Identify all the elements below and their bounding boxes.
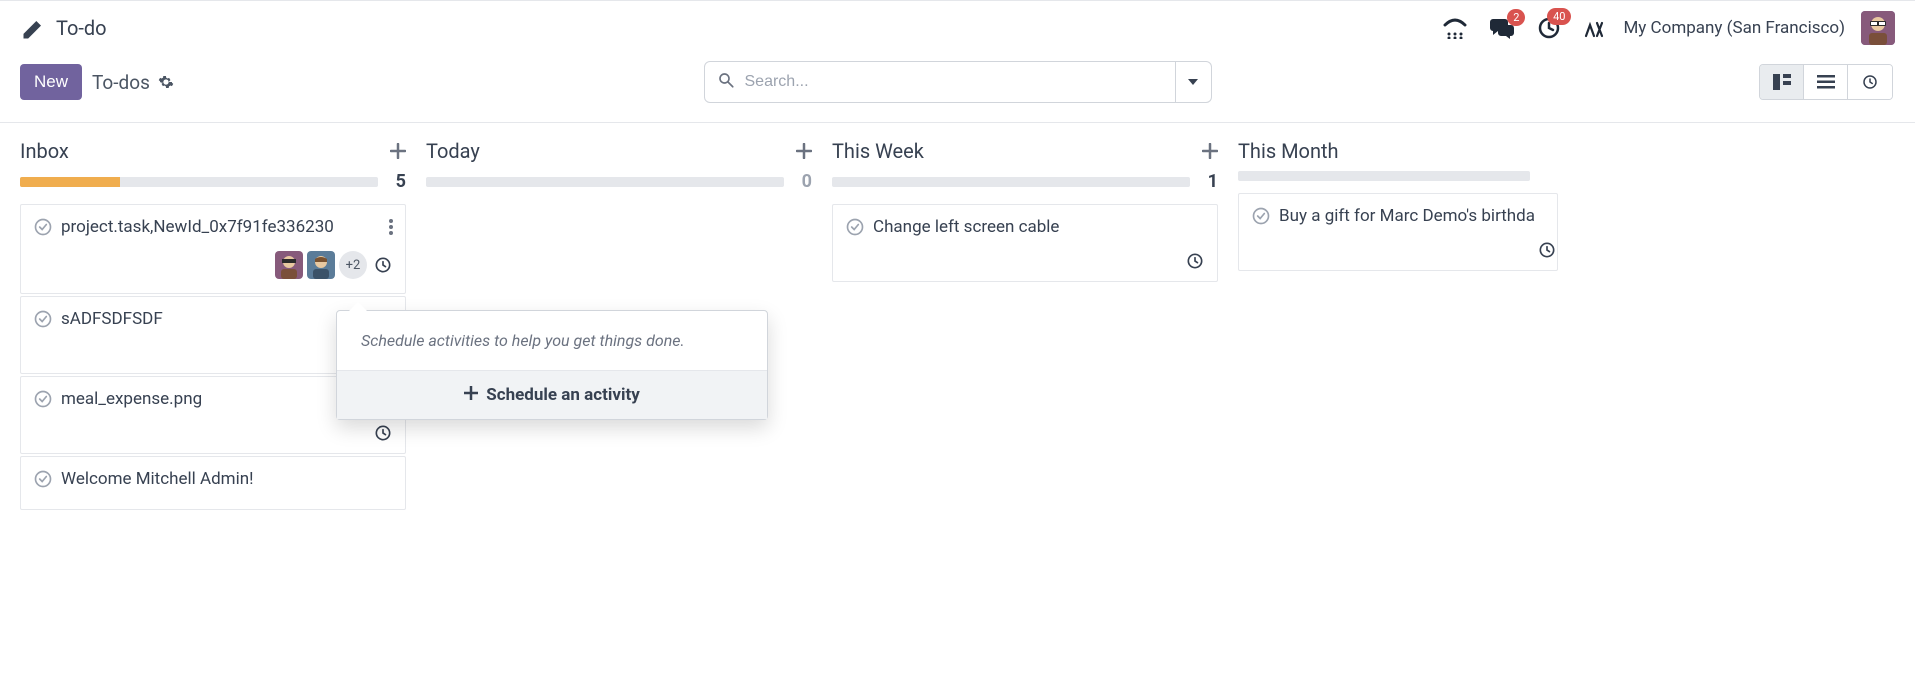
column-progress <box>20 177 378 187</box>
column-add-icon[interactable] <box>796 143 812 159</box>
clock-icon[interactable] <box>373 423 393 443</box>
gear-icon[interactable] <box>158 74 174 90</box>
search-box[interactable] <box>704 61 1176 103</box>
company-switcher[interactable]: My Company (San Francisco) <box>1623 18 1845 38</box>
messages-badge: 2 <box>1507 9 1525 26</box>
new-button[interactable]: New <box>20 64 82 100</box>
column-title[interactable]: This Week <box>832 139 924 163</box>
check-circle-icon[interactable] <box>33 309 53 329</box>
kanban-card[interactable]: project.task,NewId_0x7f91fe336230 +2 <box>20 204 406 294</box>
check-circle-icon[interactable] <box>33 469 53 489</box>
clock-icon[interactable] <box>373 255 393 275</box>
user-avatar[interactable] <box>1861 11 1895 45</box>
activity-popover: Schedule activities to help you get thin… <box>336 310 768 420</box>
search-dropdown-button[interactable] <box>1176 61 1212 103</box>
kanban-card[interactable]: Buy a gift for Marc Demo's birthda <box>1238 193 1558 271</box>
column-count: 5 <box>388 171 406 192</box>
popover-action-label: Schedule an activity <box>486 385 640 405</box>
activities-icon[interactable]: 40 <box>1537 16 1561 40</box>
control-bar: New To-dos <box>0 54 1915 110</box>
plus-icon <box>464 385 478 405</box>
search-icon <box>717 71 735 93</box>
card-title: project.task,NewId_0x7f91fe336230 <box>61 217 381 237</box>
kanban-card[interactable]: Change left screen cable <box>832 204 1218 282</box>
kanban-column-this-week: This Week 1 Change left screen cable <box>832 139 1238 673</box>
view-switcher <box>1759 64 1893 100</box>
more-assignees[interactable]: +2 <box>339 251 367 279</box>
assignee-avatar[interactable] <box>307 251 335 279</box>
search-wrap <box>704 61 1212 103</box>
clock-icon[interactable] <box>1537 240 1557 260</box>
activities-badge: 40 <box>1547 8 1571 25</box>
card-title: Buy a gift for Marc Demo's birthda <box>1279 206 1545 226</box>
column-title[interactable]: Inbox <box>20 139 69 163</box>
column-progress <box>1238 171 1530 181</box>
kanban-view-button[interactable] <box>1760 65 1804 99</box>
column-add-icon[interactable] <box>1202 143 1218 159</box>
breadcrumb: To-dos <box>92 71 174 94</box>
kanban-card[interactable]: Welcome Mitchell Admin! <box>20 456 406 510</box>
kanban-column-this-month: This Month Buy a gift for Marc Demo's bi… <box>1238 139 1578 673</box>
column-progress <box>832 177 1190 187</box>
app-title: To-do <box>56 16 107 40</box>
activity-view-button[interactable] <box>1848 65 1892 99</box>
check-circle-icon[interactable] <box>33 217 53 237</box>
popover-body-text: Schedule activities to help you get thin… <box>337 311 767 370</box>
app-logo-icon[interactable] <box>20 14 48 42</box>
column-add-icon[interactable] <box>390 143 406 159</box>
check-circle-icon[interactable] <box>33 389 53 409</box>
assignee-avatar[interactable] <box>275 251 303 279</box>
column-title[interactable]: This Month <box>1238 139 1339 163</box>
schedule-activity-button[interactable]: Schedule an activity <box>337 370 767 419</box>
check-circle-icon[interactable] <box>1251 206 1271 226</box>
column-title[interactable]: Today <box>426 139 480 163</box>
kebab-icon[interactable] <box>389 219 393 235</box>
kanban-board: Inbox 5 project.task,NewId_0x7f91fe33623… <box>0 123 1915 673</box>
list-view-button[interactable] <box>1804 65 1848 99</box>
breadcrumb-label[interactable]: To-dos <box>92 71 150 94</box>
column-progress <box>426 177 784 187</box>
messages-icon[interactable]: 2 <box>1489 17 1515 39</box>
nav-icon-group: 2 40 <box>1443 16 1605 40</box>
search-input[interactable] <box>745 73 1163 91</box>
card-title: Welcome Mitchell Admin! <box>61 469 393 489</box>
column-count: 1 <box>1200 171 1218 192</box>
clock-icon[interactable] <box>1185 251 1205 271</box>
check-circle-icon[interactable] <box>845 217 865 237</box>
card-title: Change left screen cable <box>873 217 1205 237</box>
debug-icon[interactable] <box>1583 17 1605 39</box>
top-navbar: To-do 2 40 My Company (San Francisco) <box>0 0 1915 54</box>
column-count: 0 <box>794 171 812 192</box>
voip-icon[interactable] <box>1443 17 1467 39</box>
